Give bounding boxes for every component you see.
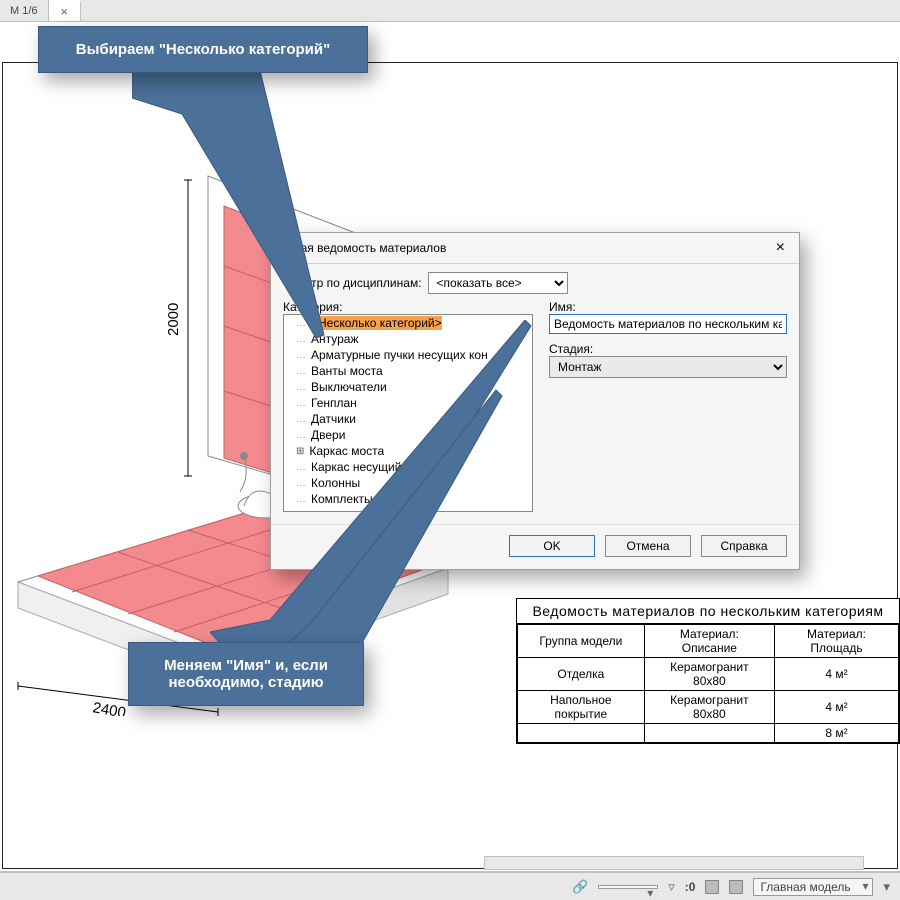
close-icon[interactable]: ×: [59, 4, 71, 19]
schedule-title: Ведомость материалов по нескольким катег…: [517, 599, 899, 624]
link-icon[interactable]: 🔗: [572, 879, 588, 895]
schedule-header-cell: Материал: Описание: [644, 625, 774, 658]
dimension-horizontal: 2400: [91, 699, 127, 716]
schedule-name-input[interactable]: [549, 314, 787, 334]
model-dropdown[interactable]: Главная модель: [753, 878, 873, 896]
tab-label: M 1/6: [10, 5, 38, 17]
tab-bar: M 1/6 ×: [0, 0, 900, 22]
callout-select-category: Выбираем "Несколько категорий": [38, 26, 368, 73]
document-tab-active[interactable]: ×: [49, 0, 82, 21]
stage-label: Стадия:: [549, 342, 787, 356]
callout-arrow-2: [210, 320, 550, 660]
callout-arrow: [132, 62, 372, 352]
status-bar: 🔗 ▿ :0 Главная модель ▾: [0, 872, 900, 900]
horizontal-scrollbar[interactable]: [484, 856, 864, 870]
discipline-filter-select[interactable]: <показать все>: [428, 272, 568, 294]
phase-select[interactable]: Монтаж: [549, 356, 787, 378]
table-row: Напольное покрытиеКерамогранит 80x804 м²: [518, 691, 899, 724]
schedule-header-cell: Материал: Площадь: [775, 625, 899, 658]
toggle-icon-b[interactable]: [729, 880, 743, 894]
table-total-row: 8 м²: [518, 724, 899, 743]
selection-count: :0: [685, 880, 696, 894]
close-icon[interactable]: ×: [770, 239, 791, 257]
scale-dropdown[interactable]: [598, 885, 658, 889]
help-button[interactable]: Справка: [701, 535, 787, 557]
drawing-viewport[interactable]: 2000: [0, 22, 900, 872]
table-row: ОтделкаКерамогранит 80x804 м²: [518, 658, 899, 691]
toggle-icon-a[interactable]: [705, 880, 719, 894]
callout-rename: Меняем "Имя" и, если необходимо, стадию: [128, 642, 364, 706]
name-label: Имя:: [549, 300, 787, 314]
chevron-down-icon[interactable]: ▾: [883, 879, 890, 895]
cancel-button[interactable]: Отмена: [605, 535, 691, 557]
material-schedule: Ведомость материалов по нескольким катег…: [516, 598, 900, 744]
document-tab[interactable]: M 1/6: [0, 0, 49, 21]
filter-icon[interactable]: ▿: [668, 879, 675, 895]
